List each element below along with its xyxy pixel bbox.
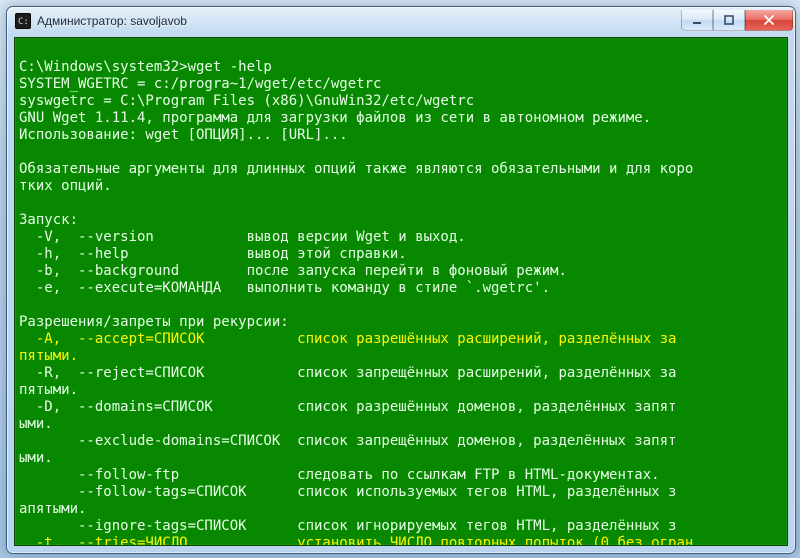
console-line: -b, --background после запуска перейти в… bbox=[19, 263, 785, 280]
console-line bbox=[19, 144, 785, 161]
console-line: ыми. bbox=[19, 450, 785, 467]
svg-text:C:: C: bbox=[18, 17, 29, 27]
console-line: апятыми. bbox=[19, 501, 785, 518]
console-line: ыми. bbox=[19, 416, 785, 433]
console-line: тких опций. bbox=[19, 178, 785, 195]
window-title: Администратор: savoljavob bbox=[37, 14, 681, 28]
terminal-window: C: Администратор: savoljavob C:\Windows\… bbox=[6, 6, 796, 554]
console-line: SYSTEM_WGETRC = c:/progra~1/wget/etc/wge… bbox=[19, 76, 785, 93]
console-line: -e, --execute=КОМАНДА выполнить команду … bbox=[19, 280, 785, 297]
window-controls bbox=[681, 10, 793, 30]
console-line: Запуск: bbox=[19, 212, 785, 229]
console-line: GNU Wget 1.11.4, программа для загрузки … bbox=[19, 110, 785, 127]
console-line: -A, --accept=СПИСОК список разрешённых р… bbox=[19, 331, 785, 348]
console-area[interactable]: C:\Windows\system32>wget -helpSYSTEM_WGE… bbox=[14, 37, 788, 546]
console-line bbox=[19, 195, 785, 212]
console-line: Использование: wget [ОПЦИЯ]... [URL]... bbox=[19, 127, 785, 144]
console-line: --follow-ftp следовать по ссылкам FTP в … bbox=[19, 467, 785, 484]
console-line: Обязательные аргументы для длинных опций… bbox=[19, 161, 785, 178]
console-line: -t, --tries=ЧИСЛО установить ЧИСЛО повто… bbox=[19, 535, 785, 546]
console-line bbox=[19, 42, 785, 59]
console-output: C:\Windows\system32>wget -helpSYSTEM_WGE… bbox=[15, 38, 787, 546]
close-button[interactable] bbox=[745, 10, 793, 31]
title-prefix: Администратор: bbox=[37, 14, 130, 28]
console-line bbox=[19, 297, 785, 314]
console-line: пятыми. bbox=[19, 382, 785, 399]
console-line: -R, --reject=СПИСОК список запрещённых р… bbox=[19, 365, 785, 382]
console-line: -V, --version вывод версии Wget и выход. bbox=[19, 229, 785, 246]
console-line: --follow-tags=СПИСОК список используемых… bbox=[19, 484, 785, 501]
console-line: -D, --domains=СПИСОК список разрешённых … bbox=[19, 399, 785, 416]
console-line: C:\Windows\system32>wget -help bbox=[19, 59, 785, 76]
console-line: --ignore-tags=СПИСОК список игнорируемых… bbox=[19, 518, 785, 535]
terminal-icon: C: bbox=[15, 13, 31, 29]
maximize-button[interactable] bbox=[713, 10, 745, 31]
console-line: пятыми. bbox=[19, 348, 785, 365]
console-line: --exclude-domains=СПИСОК список запрещён… bbox=[19, 433, 785, 450]
titlebar[interactable]: C: Администратор: savoljavob bbox=[7, 7, 795, 35]
minimize-button[interactable] bbox=[681, 10, 713, 31]
console-line: syswgetrc = C:\Program Files (x86)\GnuWi… bbox=[19, 93, 785, 110]
console-line: -h, --help вывод этой справки. bbox=[19, 246, 785, 263]
title-user: savoljavob bbox=[130, 14, 187, 28]
console-line: Разрешения/запреты при рекурсии: bbox=[19, 314, 785, 331]
